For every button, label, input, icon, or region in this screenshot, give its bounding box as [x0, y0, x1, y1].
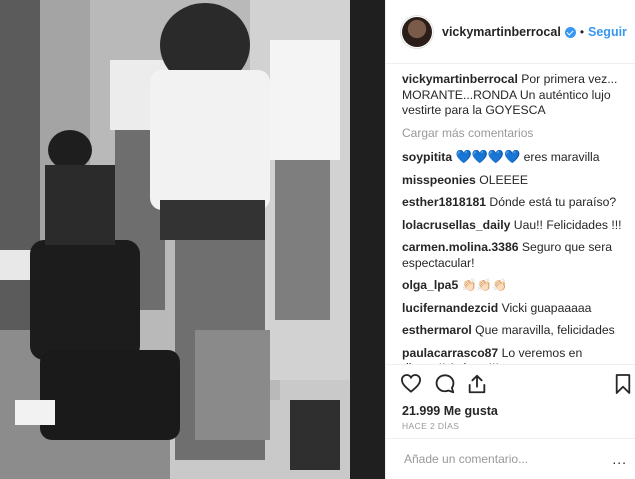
comment-item: misspeonies OLEEEE — [402, 173, 627, 189]
follow-button[interactable]: Seguir — [588, 25, 627, 39]
bookmark-icon[interactable] — [614, 373, 632, 395]
comment-username[interactable]: paulacarrasco87 — [402, 346, 498, 360]
caption: vickymartinberrocal Por primera vez... M… — [402, 72, 627, 119]
comment-item: paulacarrasco87 Lo veremos en directo!! … — [402, 346, 627, 365]
comment-item: lucifernandezcid Vicki guapaaaaa — [402, 301, 627, 317]
comment-username[interactable]: carmen.molina.3386 — [402, 240, 519, 254]
action-bar — [386, 364, 635, 402]
load-more-comments-link[interactable]: Cargar más comentarios — [402, 126, 627, 142]
comment-username[interactable]: olga_lpa5 — [402, 278, 458, 292]
comment-text: Vicki guapaaaaa — [501, 300, 592, 315]
comment-text: Que maravilla, felicidades — [475, 323, 615, 337]
share-icon[interactable] — [466, 373, 488, 395]
comment-item: esther1818181 Dónde está tu paraíso? — [402, 195, 627, 211]
comment-text: Uau!! Felicidades !!! — [513, 217, 622, 232]
post-header: vickymartinberrocal • Seguir — [386, 0, 635, 64]
comment-username[interactable]: esther1818181 — [402, 195, 486, 209]
comment-username[interactable]: soypitita — [402, 150, 452, 164]
comment-item: carmen.molina.3386 Seguro que sera espec… — [402, 240, 627, 271]
comment-username[interactable]: misspeonies — [402, 173, 476, 187]
header-separator: • — [579, 24, 585, 39]
comment-text: Dónde está tu paraíso? — [489, 195, 617, 209]
comment-item: esthermarol Que maravilla, felicidades — [402, 323, 627, 339]
comment-text: eres maravilla — [523, 150, 600, 164]
add-comment-bar: ... — [386, 438, 635, 479]
likes-count[interactable]: 21.999 Me gusta — [402, 404, 498, 418]
caption-username[interactable]: vickymartinberrocal — [402, 72, 518, 86]
comment-hearts: 💙💙💙💙 — [455, 149, 521, 164]
comment-text: OLEEEE — [479, 172, 529, 187]
avatar[interactable] — [402, 16, 432, 47]
comment-icon[interactable] — [434, 373, 456, 395]
post-timestamp[interactable]: HACE 2 DÍAS — [402, 421, 459, 431]
comment-username[interactable]: lolacrusellas_daily — [402, 218, 510, 232]
comment-input[interactable] — [402, 451, 606, 467]
post-photo[interactable] — [0, 0, 385, 479]
heart-icon[interactable] — [400, 373, 422, 393]
verified-badge-icon — [564, 27, 576, 38]
more-options-icon[interactable]: ... — [612, 451, 627, 467]
post-side-panel: vickymartinberrocal • Seguir vickymartin… — [385, 0, 635, 479]
comment-item: olga_lpa5 👏🏻👏🏻👏🏻 — [402, 278, 627, 294]
comments-list[interactable]: vickymartinberrocal Por primera vez... M… — [402, 72, 627, 364]
comment-text: 👏🏻👏🏻👏🏻 — [461, 278, 508, 292]
comment-username[interactable]: esthermarol — [402, 323, 472, 337]
comment-item: lolacrusellas_daily Uau!! Felicidades !!… — [402, 218, 627, 234]
comment-username[interactable]: lucifernandezcid — [402, 301, 498, 315]
header-username[interactable]: vickymartinberrocal — [442, 25, 561, 39]
post-photo-illustration — [0, 0, 385, 479]
comment-item: soypitita 💙💙💙💙 eres maravilla — [402, 149, 627, 166]
